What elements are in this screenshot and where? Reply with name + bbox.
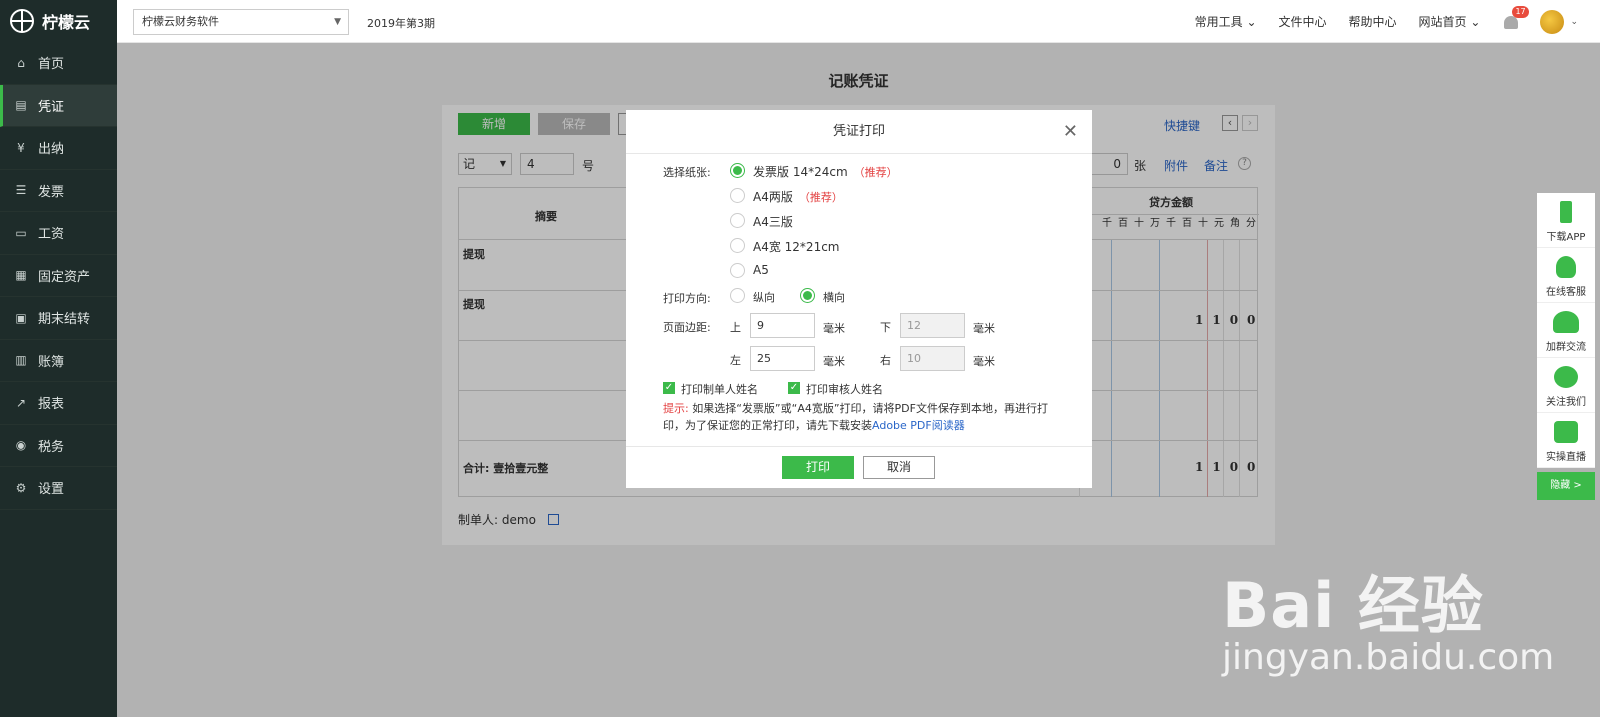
video-icon: [1554, 421, 1578, 443]
period-label: 2019年第3期: [367, 17, 435, 30]
sidebar-item-home[interactable]: ⌂ 首页: [0, 42, 117, 85]
follow-us-button[interactable]: 关注我们: [1537, 358, 1595, 413]
margin-label: 页面边距:: [663, 321, 711, 334]
chevron-down-icon: ⌄: [1246, 15, 1257, 29]
orientation-label: 打印方向:: [663, 292, 711, 305]
paper-radio-a4-three[interactable]: [730, 213, 745, 228]
sidebar-item-report[interactable]: ↗ 报表: [0, 382, 117, 425]
group-icon: [1553, 311, 1579, 333]
adobe-reader-link[interactable]: Adobe PDF阅读器: [872, 419, 965, 432]
wechat-icon: [1554, 366, 1578, 388]
salary-icon: ▭: [15, 225, 27, 240]
invoice-icon: ☰: [15, 183, 27, 198]
margin-left-input[interactable]: 25: [750, 346, 815, 371]
calendar-icon: ▣: [15, 310, 27, 325]
app-logo[interactable]: 柠檬云: [0, 0, 117, 42]
orientation-radio-landscape[interactable]: [800, 288, 815, 303]
home-icon: ⌂: [17, 55, 25, 70]
asset-icon: ▦: [15, 268, 27, 283]
file-center-link[interactable]: 文件中心: [1279, 13, 1327, 30]
phone-icon: [1560, 201, 1572, 223]
gear-icon: ⚙: [15, 480, 27, 495]
chevron-down-icon: ⌄: [1470, 15, 1481, 29]
unit-label: 毫米: [973, 322, 995, 335]
baidu-watermark: Bai 经验 jingyan.baidu.com: [1222, 569, 1555, 678]
orientation-radio-portrait[interactable]: [730, 288, 745, 303]
voucher-icon: ▤: [15, 98, 27, 113]
print-auditor-label[interactable]: 打印审核人姓名: [806, 381, 883, 397]
checkbox-print-auditor[interactable]: ✓: [788, 382, 800, 394]
margin-top-input[interactable]: 9: [750, 313, 815, 338]
cancel-button[interactable]: 取消: [863, 456, 935, 479]
print-tip: 提示: 如果选择“发票版”或“A4宽版”打印，请将PDF文件保存到本地，再进行打…: [663, 402, 1048, 432]
topbar: 柠檬云财务软件 ▼ 2019年第3期 常用工具 ⌄ 文件中心 帮助中心 网站首页…: [117, 0, 1600, 43]
paper-option-a4-two[interactable]: A4两版 （推荐）: [753, 188, 843, 205]
site-home-menu[interactable]: 网站首页 ⌄: [1419, 13, 1481, 30]
orientation-landscape[interactable]: 横向: [823, 289, 845, 305]
paper-label: 选择纸张:: [663, 166, 711, 179]
top-links: 常用工具 ⌄ 文件中心 帮助中心 网站首页 ⌄ 17 ⌄: [1195, 0, 1600, 43]
qq-icon: [1556, 256, 1576, 278]
company-select[interactable]: 柠檬云财务软件 ▼: [133, 9, 349, 35]
margin-bottom-label: 下: [880, 321, 891, 334]
sidebar-item-cashier[interactable]: ¥ 出纳: [0, 127, 117, 170]
download-app-button[interactable]: 下载APP: [1537, 193, 1595, 248]
dialog-title: 凭证打印: [626, 110, 1092, 154]
sidebar-item-tax[interactable]: ◉ 税务: [0, 425, 117, 467]
tools-menu[interactable]: 常用工具 ⌄: [1195, 13, 1257, 30]
paper-option-invoice[interactable]: 发票版 14*24cm （推荐）: [753, 163, 898, 180]
notification-bell[interactable]: 17: [1502, 5, 1529, 31]
avatar[interactable]: [1540, 9, 1565, 34]
paper-option-a4-wide[interactable]: A4宽 12*21cm: [753, 238, 840, 255]
paper-option-a5[interactable]: A5: [753, 263, 769, 277]
tax-icon: ◉: [15, 438, 27, 453]
margin-bottom-input[interactable]: 12: [900, 313, 965, 338]
online-service-button[interactable]: 在线客服: [1537, 248, 1595, 303]
checkbox-print-maker[interactable]: ✓: [663, 382, 675, 394]
sidebar-item-salary[interactable]: ▭ 工资: [0, 212, 117, 255]
margin-right-label: 右: [880, 354, 891, 367]
chart-icon: ↗: [15, 395, 27, 410]
orientation-portrait[interactable]: 纵向: [753, 289, 775, 305]
margin-left-label: 左: [730, 354, 741, 367]
close-icon[interactable]: ✕: [1063, 120, 1078, 144]
paper-radio-invoice[interactable]: [730, 163, 745, 178]
hide-float-button[interactable]: 隐藏 >: [1537, 472, 1595, 500]
chevron-down-icon: ▼: [334, 17, 341, 27]
sidebar-item-settings[interactable]: ⚙ 设置: [0, 467, 117, 510]
dialog-footer: [626, 446, 1092, 447]
float-bar: 下载APP 在线客服 加群交流 关注我们 实操直播 隐藏 >: [1537, 193, 1595, 500]
app-name: 柠檬云: [42, 13, 91, 32]
live-stream-button[interactable]: 实操直播: [1537, 413, 1595, 468]
paper-radio-a4-two[interactable]: [730, 188, 745, 203]
paper-option-a4-three[interactable]: A4三版: [753, 213, 793, 230]
unit-label: 毫米: [823, 355, 845, 368]
paper-radio-a5[interactable]: [730, 263, 745, 278]
sidebar-nav: ⌂ 首页 ▤ 凭证 ¥ 出纳 ☰ 发票 ▭ 工资 ▦ 固定资产 ▣ 期末结转 ▥ 账簿 ↗ 报表 …: [0, 42, 117, 510]
sidebar-item-voucher[interactable]: ▤ 凭证: [0, 84, 117, 127]
print-button[interactable]: 打印: [782, 456, 854, 479]
notification-badge: 17: [1512, 5, 1529, 18]
paper-radio-a4-wide[interactable]: [730, 238, 745, 253]
chevron-down-icon[interactable]: ⌄: [1570, 17, 1578, 27]
sidebar: 柠檬云 ⌂ 首页 ▤ 凭证 ¥ 出纳 ☰ 发票 ▭ 工资 ▦ 固定资产 ▣ 期末结转 ▥ 账簿 …: [0, 0, 117, 717]
sidebar-item-closing[interactable]: ▣ 期末结转: [0, 297, 117, 340]
join-group-button[interactable]: 加群交流: [1537, 303, 1595, 358]
sidebar-item-asset[interactable]: ▦ 固定资产: [0, 255, 117, 297]
margin-top-label: 上: [730, 321, 741, 334]
cashier-icon: ¥: [17, 140, 25, 155]
print-maker-label[interactable]: 打印制单人姓名: [681, 381, 758, 397]
unit-label: 毫米: [973, 355, 995, 368]
margin-right-input[interactable]: 10: [900, 346, 965, 371]
book-icon: ▥: [15, 353, 27, 368]
print-dialog: 凭证打印 ✕ 选择纸张: 发票版 14*24cm （推荐） A4两版 （推荐） A4…: [626, 110, 1092, 488]
help-center-link[interactable]: 帮助中心: [1349, 13, 1397, 30]
sidebar-item-invoice[interactable]: ☰ 发票: [0, 170, 117, 212]
sidebar-item-ledger[interactable]: ▥ 账簿: [0, 340, 117, 382]
lemon-logo-icon: [10, 9, 34, 33]
unit-label: 毫米: [823, 322, 845, 335]
